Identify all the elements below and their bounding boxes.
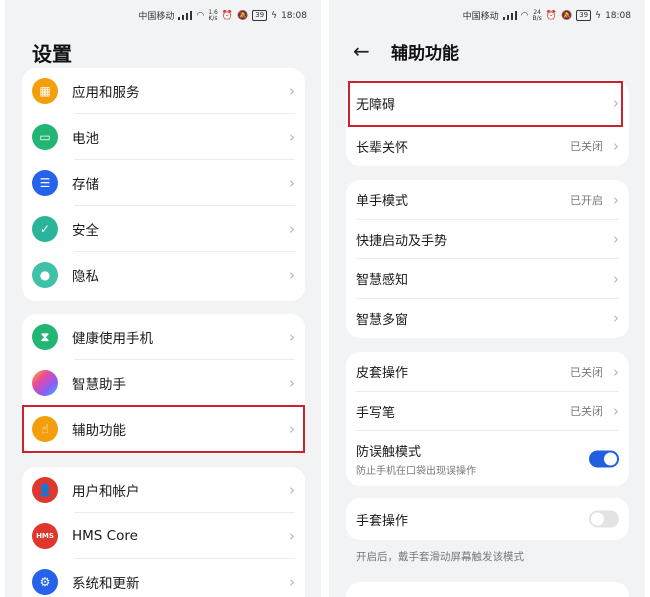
network-speed: 1.6 K/s xyxy=(208,8,218,22)
chevron-right-icon: › xyxy=(289,328,295,346)
accidental-touch-description: 防止手机在口袋出现误操作 xyxy=(356,465,476,477)
settings-item-apps-services[interactable]: ▦ 应用和服务 › xyxy=(22,68,305,114)
chevron-right-icon: › xyxy=(613,137,619,155)
glove-mode-note: 开启后，戴手套滑动屏幕触发该模式 xyxy=(356,551,524,563)
accessibility-screen: 中国移动 ◠ 24 B/s ⏰ 🔕 39 ϟ 18:08 ← 辅助功能 无障碍 ›… xyxy=(329,0,645,597)
hourglass-icon: ⧗ xyxy=(32,324,58,350)
item-one-hand-mode[interactable]: 单手模式 已开启 › xyxy=(346,180,629,220)
settings-item-battery[interactable]: ▭ 电池 › xyxy=(22,114,305,160)
signal-icon xyxy=(502,11,517,20)
accidental-touch-toggle[interactable] xyxy=(589,450,619,467)
carrier-label: 中国移动 xyxy=(462,12,499,22)
settings-screen: 中国移动 ◠ 1.6 K/s ⏰ 🔕 39 ϟ 18:08 设置 ▦ 应用和服务 … xyxy=(5,0,321,597)
back-arrow-icon[interactable]: ← xyxy=(353,38,381,64)
settings-item-system-update[interactable]: ⚙ 系统和更新 › xyxy=(22,559,305,597)
chevron-right-icon: › xyxy=(289,220,295,238)
chevron-right-icon: › xyxy=(289,82,295,100)
mute-icon: 🔕 xyxy=(560,10,573,21)
battery-level: 39 xyxy=(252,10,268,21)
status-bar: 中国移动 ◠ 1.6 K/s ⏰ 🔕 39 ϟ 18:08 xyxy=(138,9,307,22)
carrier-label: 中国移动 xyxy=(138,12,175,22)
glove-mode-toggle[interactable] xyxy=(589,510,619,528)
accessibility-group-3: 皮套操作 已关闭 › 手写笔 已关闭 › 防误触模式 防止手机在口袋出现误操作 xyxy=(346,352,629,486)
item-accidental-touch: 防误触模式 防止手机在口袋出现误操作 xyxy=(346,431,629,486)
hand-pointer-icon: ☝ xyxy=(32,416,58,442)
battery-icon: ▭ xyxy=(32,124,58,150)
settings-item-smart-assistant[interactable]: 智慧助手 › xyxy=(22,360,305,406)
settings-item-privacy[interactable]: ● 隐私 › xyxy=(22,252,305,298)
item-smart-multi-window[interactable]: 智慧多窗 › xyxy=(346,299,629,339)
chevron-right-icon: › xyxy=(613,269,619,288)
network-speed: 24 B/s xyxy=(532,8,542,22)
chevron-right-icon: › xyxy=(289,573,295,591)
shield-icon: ✓ xyxy=(32,216,58,242)
smart-assistant-icon xyxy=(32,370,58,396)
alarm-icon: ⏰ xyxy=(221,10,233,21)
item-smart-perception[interactable]: 智慧感知 › xyxy=(346,259,629,299)
mute-icon: 🔕 xyxy=(236,10,249,21)
chevron-right-icon: › xyxy=(613,362,619,381)
settings-item-hms-core[interactable]: HMS HMS Core › xyxy=(22,513,305,559)
item-stylus[interactable]: 手写笔 已关闭 › xyxy=(346,392,629,431)
user-icon: 👤 xyxy=(32,477,58,503)
alarm-icon: ⏰ xyxy=(545,10,557,21)
clock: 18:08 xyxy=(281,10,307,21)
status-value: 已关闭 xyxy=(570,365,603,379)
page-title: 辅助功能 xyxy=(391,43,459,64)
status-value: 已关闭 xyxy=(570,140,603,153)
accessibility-group-1: 无障碍 › 长辈关怀 已关闭 › xyxy=(346,80,629,166)
wifi-icon: ◠ xyxy=(520,10,529,21)
apps-grid-icon: ▦ xyxy=(32,78,58,104)
settings-group-2: ⧗ 健康使用手机 › 智慧助手 › ☝ 辅助功能 › xyxy=(22,314,305,454)
chevron-right-icon: › xyxy=(613,230,619,249)
item-cover-operation[interactable]: 皮套操作 已关闭 › xyxy=(346,352,629,392)
chevron-right-icon: › xyxy=(289,374,295,392)
hms-icon: HMS xyxy=(32,523,58,549)
accessibility-group-4: 手套操作 xyxy=(346,498,629,540)
accessibility-group-5 xyxy=(346,582,629,597)
accidental-touch-label: 防误触模式 xyxy=(356,444,422,460)
item-elderly-care[interactable]: 长辈关怀 已关闭 › xyxy=(346,126,629,166)
settings-group-3: 👤 用户和帐户 › HMS HMS Core › ⚙ 系统和更新 › xyxy=(22,467,305,597)
settings-item-users-accounts[interactable]: 👤 用户和帐户 › xyxy=(22,467,305,513)
status-value: 已关闭 xyxy=(570,405,603,419)
system-gear-icon: ⚙ xyxy=(32,569,58,595)
header: ← 辅助功能 xyxy=(353,38,459,64)
item-glove-mode: 手套操作 xyxy=(346,498,629,540)
battery-level: 39 xyxy=(576,10,592,21)
chevron-right-icon: › xyxy=(289,481,295,499)
chevron-right-icon: › xyxy=(613,309,619,328)
item-barrier-free[interactable]: 无障碍 › xyxy=(346,80,629,126)
charging-icon: ϟ xyxy=(595,10,602,21)
clock: 18:08 xyxy=(605,10,631,21)
settings-group-1: ▦ 应用和服务 › ▭ 电池 › ☰ 存储 › ✓ 安全 › ● 隐私 › xyxy=(22,68,305,301)
accessibility-group-2: 单手模式 已开启 › 快捷启动及手势 › 智慧感知 › 智慧多窗 › xyxy=(346,180,629,338)
status-bar: 中国移动 ◠ 24 B/s ⏰ 🔕 39 ϟ 18:08 xyxy=(463,9,631,22)
chevron-right-icon: › xyxy=(289,128,295,146)
chevron-right-icon: › xyxy=(613,94,619,112)
signal-icon xyxy=(178,11,193,20)
settings-item-digital-balance[interactable]: ⧗ 健康使用手机 › xyxy=(22,314,305,360)
chevron-right-icon: › xyxy=(289,527,295,545)
settings-item-storage[interactable]: ☰ 存储 › xyxy=(22,160,305,206)
status-value: 已开启 xyxy=(570,193,603,207)
chevron-right-icon: › xyxy=(289,420,295,438)
page-title: 设置 xyxy=(32,42,72,66)
settings-item-accessibility[interactable]: ☝ 辅助功能 › xyxy=(22,406,305,452)
chevron-right-icon: › xyxy=(613,190,619,209)
item-shortcuts-gestures[interactable]: 快捷启动及手势 › xyxy=(346,220,629,259)
privacy-lock-icon: ● xyxy=(32,262,58,288)
storage-icon: ☰ xyxy=(32,170,58,196)
chevron-right-icon: › xyxy=(289,174,295,192)
settings-item-security[interactable]: ✓ 安全 › xyxy=(22,206,305,252)
charging-icon: ϟ xyxy=(271,10,278,21)
chevron-right-icon: › xyxy=(289,266,295,284)
wifi-icon: ◠ xyxy=(196,10,205,21)
chevron-right-icon: › xyxy=(613,402,619,421)
